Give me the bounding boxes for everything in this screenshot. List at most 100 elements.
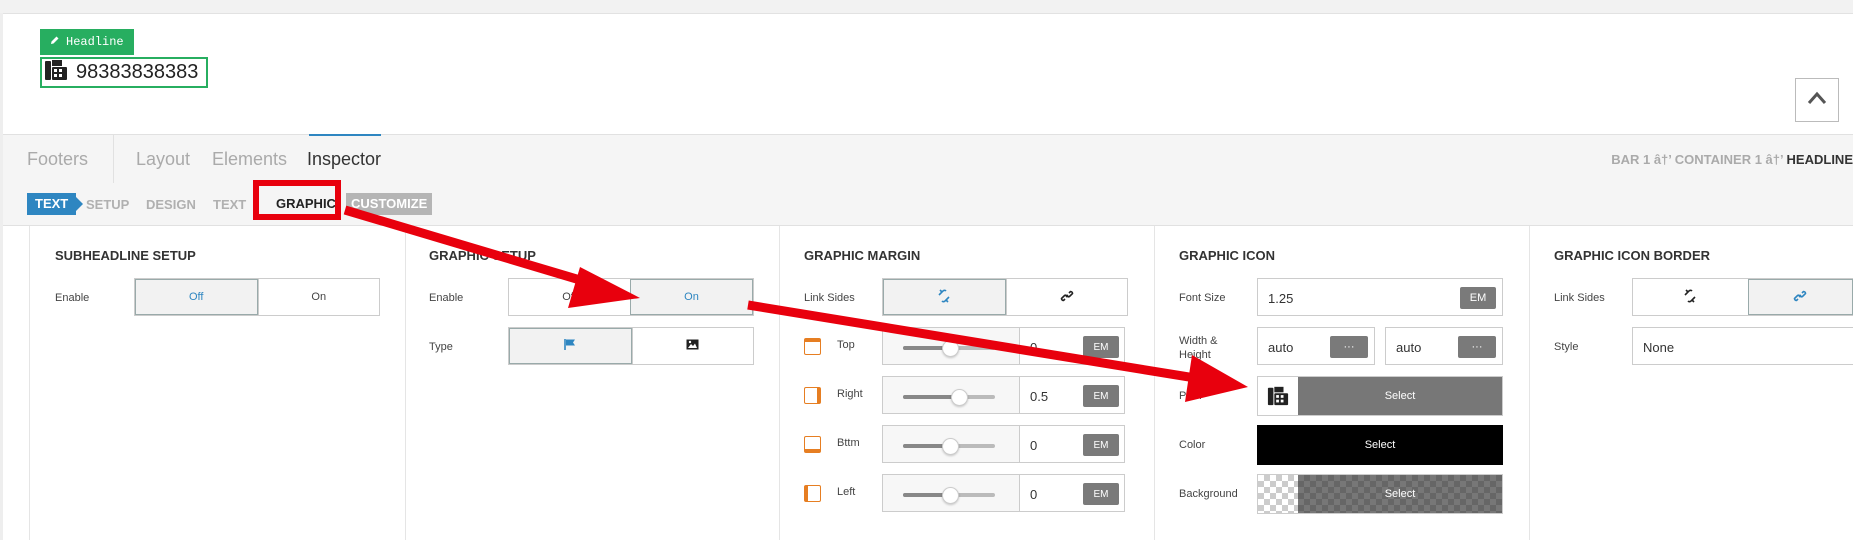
unit-em-button[interactable]: EM — [1083, 483, 1119, 505]
headline-element[interactable]: 98383838383 — [40, 57, 208, 88]
toggle-on[interactable]: On — [630, 279, 753, 315]
breadcrumb-current: HEADLINE — [1786, 152, 1853, 167]
margin-bottom-label: Bttm — [837, 437, 860, 449]
tab-layout[interactable]: Layout — [136, 149, 190, 170]
tab-footers[interactable]: Footers — [27, 149, 88, 170]
font-size-label: Font Size — [1179, 292, 1226, 304]
margin-right-slider[interactable] — [882, 376, 1020, 414]
transparent-swatch — [1258, 475, 1298, 513]
panel-title: GRAPHIC ICON — [1179, 248, 1276, 263]
type-image-option[interactable] — [631, 328, 754, 364]
subtab-customize[interactable]: CUSTOMIZE — [346, 193, 433, 215]
flag-icon — [564, 338, 576, 354]
inspector-panels: SUBHEADLINE SETUP Enable Off On GRAPHIC … — [29, 226, 1853, 540]
link-sides-label: Link Sides — [804, 292, 855, 304]
element-tag[interactable]: Headline — [40, 29, 134, 55]
margin-left-label: Left — [837, 486, 856, 498]
fax-icon — [44, 58, 68, 87]
subtab-setup[interactable]: SETUP — [86, 197, 129, 212]
toggle-off[interactable]: Off — [135, 279, 258, 315]
top-strip — [0, 0, 1853, 14]
panel-subheadline-setup: SUBHEADLINE SETUP Enable Off On — [29, 226, 406, 540]
enable-label: Enable — [429, 292, 464, 304]
font-size-input[interactable]: 1.25 EM — [1257, 278, 1503, 316]
border-link-toggle — [1632, 278, 1853, 316]
subheadline-enable-toggle: Off On — [134, 278, 380, 316]
more-button[interactable]: ··· — [1458, 336, 1496, 358]
style-label: Style — [1554, 341, 1579, 353]
panel-graphic-icon: GRAPHIC ICON Font Size 1.25 EM Width & H… — [1154, 226, 1530, 540]
toggle-on[interactable]: On — [257, 279, 380, 315]
border-style-select[interactable]: None — [1632, 327, 1853, 365]
fax-icon-preview — [1258, 377, 1298, 415]
tab-divider — [113, 135, 114, 184]
select-button[interactable]: Select — [1298, 475, 1502, 513]
panel-graphic-setup: GRAPHIC SETUP Enable Off On Type — [404, 226, 780, 540]
select-button[interactable]: Select — [1257, 425, 1503, 465]
select-button[interactable]: Select — [1298, 377, 1502, 415]
panel-graphic-margin: GRAPHIC MARGIN Link Sides Top 0 EM Right … — [779, 226, 1155, 540]
image-icon — [686, 339, 699, 353]
element-tag-label: Headline — [66, 35, 124, 49]
margin-left-icon — [804, 485, 821, 502]
pencil-icon — [50, 29, 60, 55]
panel-title: GRAPHIC ICON BORDER — [1554, 248, 1711, 263]
background-label: Background — [1179, 488, 1238, 500]
panel-title: SUBHEADLINE SETUP — [55, 248, 196, 263]
link-sides-label: Link Sides — [1554, 292, 1605, 304]
preview-area — [3, 14, 1853, 134]
primary-label: Prim — [1179, 390, 1202, 402]
width-input[interactable]: auto ··· — [1257, 327, 1375, 365]
toggle-off[interactable]: Off — [509, 279, 630, 315]
margin-top-slider[interactable] — [882, 327, 1020, 365]
graphic-type-toggle — [508, 327, 754, 365]
chevron-up-icon — [1807, 91, 1827, 110]
panel-graphic-icon-border: GRAPHIC ICON BORDER Link Sides Style Non… — [1529, 226, 1853, 540]
unit-em-button[interactable]: EM — [1083, 336, 1119, 358]
width-height-label: Width & Height — [1179, 335, 1218, 361]
color-select[interactable]: Select — [1257, 425, 1503, 465]
background-select[interactable]: Select — [1257, 474, 1503, 514]
more-button[interactable]: ··· — [1330, 336, 1368, 358]
margin-link-toggle — [882, 278, 1128, 316]
unlink-icon — [937, 288, 951, 306]
type-label: Type — [429, 341, 453, 353]
link-option[interactable] — [1747, 279, 1853, 315]
margin-right-icon — [804, 387, 821, 404]
margin-right-input[interactable]: 0.5 EM — [1019, 376, 1125, 414]
margin-left-slider[interactable] — [882, 474, 1020, 512]
margin-bottom-icon — [804, 436, 821, 453]
subtab-text-active[interactable]: TEXT — [27, 193, 84, 215]
panel-title: GRAPHIC MARGIN — [804, 248, 921, 263]
enable-label: Enable — [55, 292, 90, 304]
subtab-text[interactable]: TEXT — [213, 197, 246, 212]
unit-em-button[interactable]: EM — [1460, 287, 1496, 309]
breadcrumb-path: BAR 1 â†’ CONTAINER 1 â†’ — [1611, 152, 1783, 167]
margin-top-input[interactable]: 0 EM — [1019, 327, 1125, 365]
subtab-design[interactable]: DESIGN — [146, 197, 196, 212]
unit-em-button[interactable]: EM — [1083, 385, 1119, 407]
unlink-option[interactable] — [883, 279, 1006, 315]
scroll-top-button[interactable] — [1795, 78, 1839, 122]
unlink-option[interactable] — [1633, 279, 1748, 315]
margin-bottom-slider[interactable] — [882, 425, 1020, 463]
graphic-enable-toggle: Off On — [508, 278, 754, 316]
unit-em-button[interactable]: EM — [1083, 434, 1119, 456]
margin-left-input[interactable]: 0 EM — [1019, 474, 1125, 512]
color-label: Color — [1179, 439, 1206, 451]
margin-right-label: Right — [837, 388, 863, 400]
tab-inspector[interactable]: Inspector — [307, 149, 381, 170]
unlink-icon — [1683, 288, 1697, 306]
main-tabs: Footers Layout Elements Inspector BAR 1 … — [3, 134, 1853, 185]
annotation-highlight-box — [253, 180, 341, 220]
margin-bottom-input[interactable]: 0 EM — [1019, 425, 1125, 463]
primary-icon-select[interactable]: Select — [1257, 376, 1503, 416]
margin-top-label: Top — [837, 339, 855, 351]
type-icon-option[interactable] — [509, 328, 632, 364]
phone-number: 98383838383 — [76, 61, 199, 83]
tab-elements[interactable]: Elements — [212, 149, 287, 170]
margin-top-icon — [804, 338, 821, 355]
link-icon — [1793, 289, 1807, 306]
height-input[interactable]: auto ··· — [1385, 327, 1503, 365]
link-option[interactable] — [1005, 279, 1128, 315]
